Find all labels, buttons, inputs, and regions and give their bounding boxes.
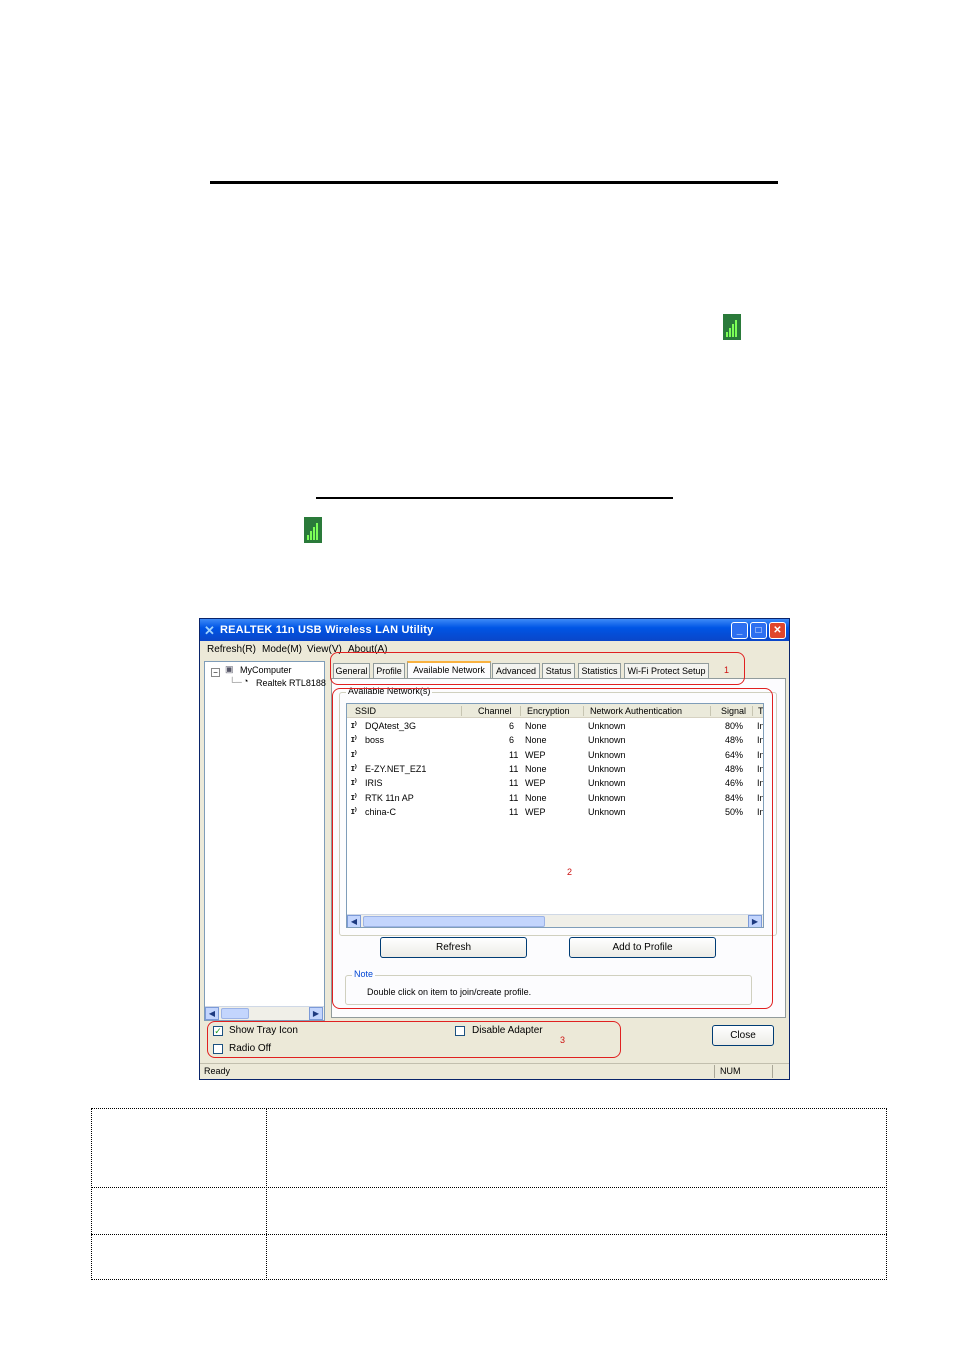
- adapter-tree: − ▣ MyComputer └─ ◔ Realtek RTL8188 ◀ ▶: [204, 661, 326, 1021]
- scroll-right-icon[interactable]: ▶: [309, 1007, 323, 1020]
- tree-connector: └─: [229, 677, 242, 687]
- title-bar: ✕ REALTEK 11n USB Wireless LAN Utility _…: [200, 619, 789, 641]
- window-title: REALTEK 11n USB Wireless LAN Utility: [220, 624, 434, 636]
- description-table: [91, 1108, 887, 1280]
- status-ready: Ready: [204, 1066, 231, 1076]
- tree-hscrollbar[interactable]: ◀ ▶: [205, 1006, 324, 1020]
- callout-tabs: [330, 652, 745, 685]
- window-close-button[interactable]: ✕: [769, 622, 786, 639]
- description-table-column-divider: [266, 1108, 267, 1280]
- description-table-row-divider: [91, 1187, 887, 1188]
- scroll-thumb[interactable]: [221, 1008, 249, 1019]
- callout-number-3: 3: [560, 1035, 566, 1045]
- section-rule-top: [210, 181, 778, 184]
- menu-refresh[interactable]: Refresh(R): [207, 644, 256, 655]
- tree-root-mycomputer[interactable]: MyComputer: [240, 665, 292, 675]
- callout-options: [207, 1021, 621, 1058]
- signal-strength-icon: [723, 314, 741, 340]
- computer-icon: ▣: [225, 664, 234, 674]
- realtek-logo-icon: ✕: [204, 623, 215, 638]
- maximize-button[interactable]: □: [750, 622, 767, 639]
- status-num: NUM: [720, 1066, 741, 1076]
- scroll-left-icon[interactable]: ◀: [205, 1007, 219, 1020]
- status-bar: Ready NUM: [200, 1063, 789, 1079]
- signal-strength-icon: [304, 517, 322, 543]
- section-rule-mid: [316, 497, 673, 499]
- description-table-row-divider: [91, 1234, 887, 1235]
- adapter-icon: ◔: [243, 676, 249, 686]
- close-button[interactable]: Close: [712, 1025, 774, 1046]
- callout-number-2: 2: [567, 867, 573, 877]
- menu-mode[interactable]: Mode(M): [262, 644, 302, 655]
- minimize-button[interactable]: _: [731, 622, 748, 639]
- tree-collapse-toggle[interactable]: −: [211, 668, 220, 677]
- callout-number-1: 1: [724, 665, 730, 675]
- callout-network-list: [332, 688, 773, 1009]
- tree-item-adapter[interactable]: Realtek RTL8188: [256, 678, 326, 688]
